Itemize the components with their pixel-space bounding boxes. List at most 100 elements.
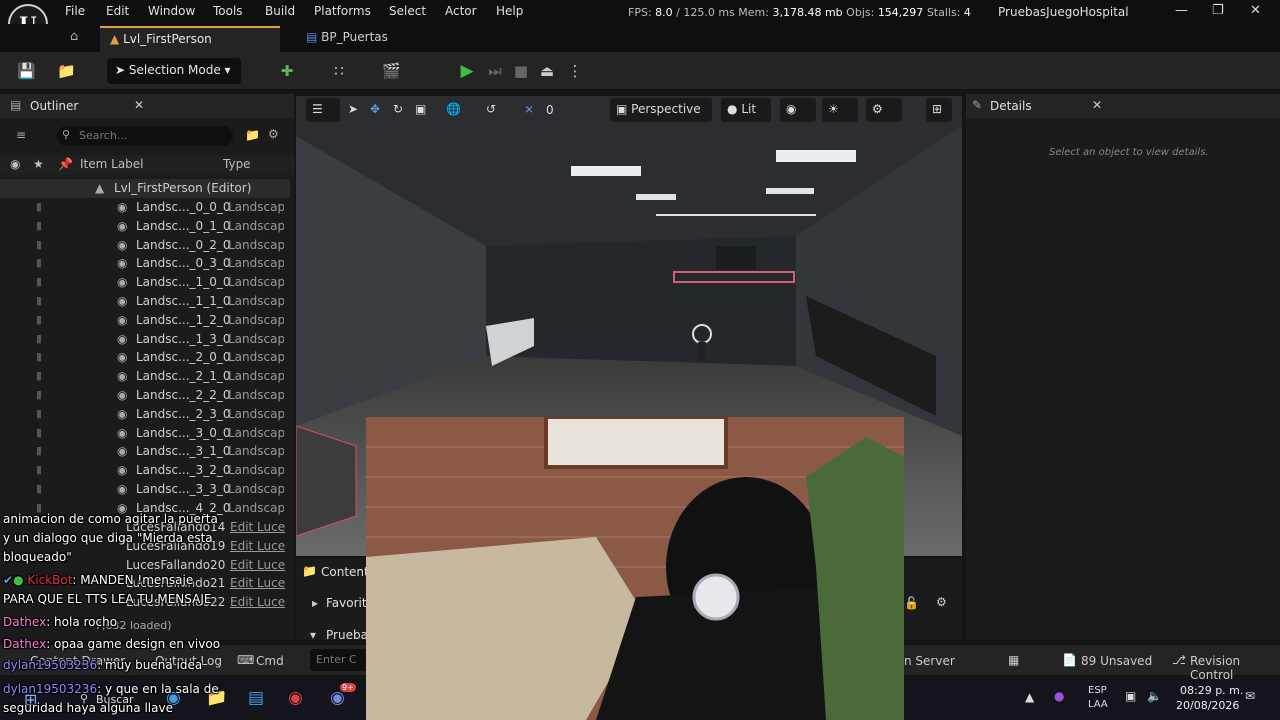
outliner-row[interactable]: ▮ ◉ Landsc..._2_0_0 Landscap [0, 348, 290, 367]
lock-icon[interactable]: 🔓 [904, 596, 919, 610]
selection-mode-dropdown[interactable]: ➤ Selection Mode ▾ [107, 58, 241, 84]
stop-icon[interactable]: ■ [512, 62, 530, 80]
tab-level[interactable]: ▲ Lvl_FirstPerson [100, 26, 280, 52]
filter-icon[interactable]: ≡ [16, 128, 26, 142]
menu-window[interactable]: Window [148, 4, 195, 18]
col-type[interactable]: Type [223, 157, 251, 171]
clock-time[interactable]: 08:29 p. m. [1180, 684, 1243, 697]
outliner-row[interactable]: ▮ ◉ Landsc..._0_3_0 Landscap [0, 254, 290, 273]
outliner-search-input[interactable]: ⚲ Search... [57, 126, 233, 146]
derived-data-icon[interactable]: ▦ [1008, 653, 1019, 667]
outliner-row[interactable]: ▮ ◉ Landsc..._2_2_0 Landscap [0, 386, 290, 405]
chevron-right-icon[interactable]: ▸ [312, 596, 318, 610]
revision-control-button[interactable]: Revision Control [1190, 654, 1280, 682]
add-actor-icon[interactable]: ✚ [278, 62, 296, 80]
play-icon[interactable]: ▶ [458, 62, 476, 80]
eject-icon[interactable]: ⏏ [538, 62, 556, 80]
home-icon[interactable]: ⌂ [70, 29, 78, 44]
visibility-toggle-icon[interactable]: ▮ [36, 463, 42, 476]
outliner-row[interactable]: ▮ ◉ Landsc..._2_1_0 Landscap [0, 367, 290, 386]
pin-icon[interactable]: 📌 [58, 157, 73, 171]
row-type-link[interactable]: Edit Luce [230, 576, 286, 590]
visibility-toggle-icon[interactable]: ▮ [36, 200, 42, 213]
more-options-icon[interactable]: ⋮ [566, 62, 584, 80]
server-dropdown[interactable]: n Server [904, 654, 955, 668]
network-icon[interactable]: ▣ [1125, 689, 1136, 703]
viewport-settings-dropdown[interactable]: ⚙ [866, 98, 902, 122]
tray-app-icon[interactable]: ● [1054, 689, 1064, 703]
content-settings-icon[interactable]: ⚙ [936, 595, 947, 609]
row-type-link[interactable]: Edit Luce [230, 539, 286, 553]
visibility-toggle-icon[interactable]: ▮ [36, 407, 42, 420]
menu-help[interactable]: Help [496, 4, 523, 18]
tab-bp-puertas[interactable]: ▤ BP_Puertas [296, 26, 398, 52]
show-dropdown[interactable]: ◉ [780, 98, 816, 122]
visibility-toggle-icon[interactable]: ▮ [36, 238, 42, 251]
star-icon[interactable]: ★ [33, 157, 44, 171]
settings-gear-icon[interactable]: ⚙ [268, 127, 279, 141]
outliner-row[interactable]: ▮ ◉ Landsc..._1_1_0 Landscap [0, 292, 290, 311]
menu-platforms[interactable]: Platforms [314, 4, 371, 18]
close-outliner-icon[interactable]: ✕ [134, 98, 144, 112]
visibility-toggle-icon[interactable]: ▮ [36, 350, 42, 363]
console-input[interactable]: Enter C [310, 649, 370, 671]
visibility-toggle-icon[interactable]: ▮ [36, 313, 42, 326]
advance-frame-icon[interactable]: ⏭ [486, 62, 504, 80]
visibility-toggle-icon[interactable]: ▮ [36, 388, 42, 401]
outliner-row[interactable]: ▮ ◉ Landsc..._3_2_0 Landscap [0, 461, 290, 480]
language-secondary[interactable]: LAA [1088, 699, 1108, 710]
add-folder-icon[interactable]: 📁 [245, 128, 260, 142]
snap-icon[interactable]: ⨯ [524, 102, 534, 116]
perspective-dropdown[interactable]: ▣ Perspective [610, 98, 712, 122]
row-type-link[interactable]: Edit Luce [230, 520, 286, 534]
layout-button[interactable]: ⊞ [926, 98, 952, 122]
translate-tool-icon[interactable]: ✥ [370, 102, 380, 116]
scalability-dropdown[interactable]: ☀ [822, 98, 858, 122]
menu-edit[interactable]: Edit [106, 4, 129, 18]
content-drawer-tab[interactable]: Content [321, 565, 369, 579]
lit-dropdown[interactable]: ● Lit [721, 98, 771, 122]
blueprint-menu-icon[interactable]: ∷ [330, 62, 348, 80]
outliner-row[interactable]: ▮ ◉ Landsc..._3_3_0 Landscap [0, 480, 290, 499]
outliner-row[interactable]: ▮ ◉ Landsc..._0_1_0 Landscap [0, 217, 290, 236]
row-type-link[interactable]: Edit Luce [230, 595, 286, 609]
visibility-toggle-icon[interactable]: ▮ [36, 426, 42, 439]
menu-file[interactable]: File [65, 4, 85, 18]
visibility-toggle-icon[interactable]: ▮ [36, 444, 42, 457]
scale-tool-icon[interactable]: ▣ [415, 102, 426, 116]
outliner-row[interactable]: ▮ ◉ Landsc..._1_3_0 Landscap [0, 330, 290, 349]
clock-date[interactable]: 20/08/2026 [1176, 699, 1239, 712]
menu-actor[interactable]: Actor [445, 4, 477, 18]
language-primary[interactable]: ESP [1088, 685, 1107, 696]
unsaved-button[interactable]: 89 Unsaved [1081, 654, 1152, 668]
menu-build[interactable]: Build [265, 4, 295, 18]
world-space-icon[interactable]: 🌐 [446, 102, 461, 116]
minimize-icon[interactable]: — [1175, 3, 1188, 18]
save-icon[interactable]: 💾 [17, 62, 36, 80]
favorites-section[interactable]: Favorit [326, 596, 367, 610]
menu-select[interactable]: Select [389, 4, 426, 18]
surface-snap-icon[interactable]: ↺ [486, 102, 496, 116]
viewport-options-button[interactable]: ☰ [306, 98, 340, 122]
chevron-down-icon[interactable]: ▾ [310, 628, 316, 642]
cinematics-icon[interactable]: 🎬 [382, 62, 401, 80]
col-item-label[interactable]: Item Label [80, 157, 144, 171]
visibility-toggle-icon[interactable]: ▮ [36, 332, 42, 345]
outliner-row[interactable]: ▮ ◉ Landsc..._2_3_0 Landscap [0, 405, 290, 424]
maximize-icon[interactable]: ❐ [1212, 3, 1224, 18]
notifications-icon[interactable]: ✉ [1245, 689, 1255, 703]
outliner-row[interactable]: ▮ ◉ Landsc..._1_2_0 Landscap [0, 311, 290, 330]
visibility-toggle-icon[interactable]: ▮ [36, 219, 42, 232]
visibility-toggle-icon[interactable]: ▮ [36, 369, 42, 382]
visibility-toggle-icon[interactable]: ▮ [36, 294, 42, 307]
menu-tools[interactable]: Tools [213, 4, 243, 18]
chrome-icon[interactable]: ◉ [288, 688, 303, 708]
outliner-root-row[interactable]: ▲ Lvl_FirstPerson (Editor) [0, 179, 290, 198]
select-tool-icon[interactable]: ➤ [348, 102, 358, 116]
snap-value[interactable]: 0 [546, 103, 554, 117]
volume-icon[interactable]: 🔈 [1147, 689, 1162, 703]
row-type-link[interactable]: Edit Luce [230, 558, 286, 572]
visibility-toggle-icon[interactable]: ▮ [36, 256, 42, 269]
visibility-toggle-icon[interactable]: ▮ [36, 482, 42, 495]
rotate-tool-icon[interactable]: ↻ [393, 102, 403, 116]
